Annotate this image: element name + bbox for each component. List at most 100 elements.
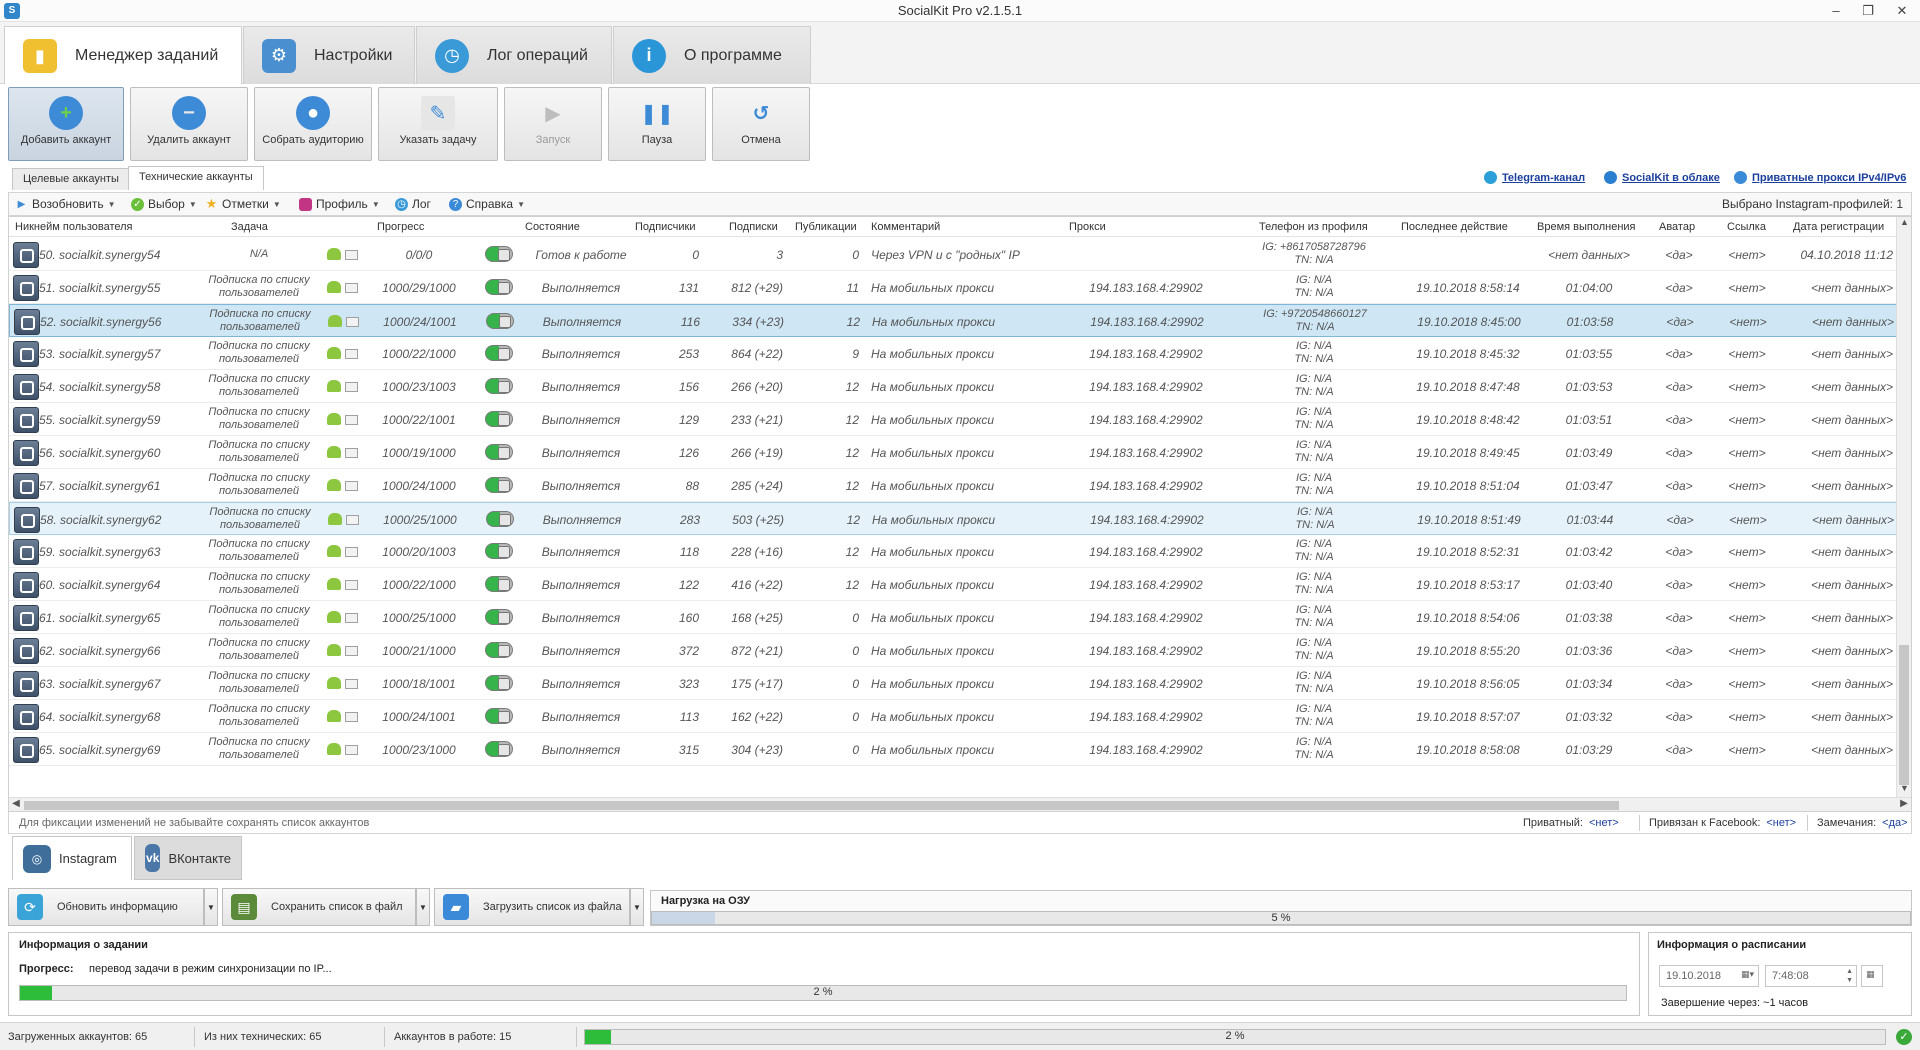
collect-audience-button[interactable]: ● Собрать аудиторию — [254, 87, 372, 161]
set-task-button[interactable]: ✎ Указать задачу — [378, 87, 498, 161]
state-toggle[interactable] — [485, 675, 513, 691]
tab-task-manager[interactable]: ▮ Менеджер заданий — [4, 26, 242, 85]
col-avatar[interactable]: Аватар — [1659, 221, 1695, 233]
cancel-button[interactable]: ↺ Отмена — [712, 87, 810, 161]
pause-button[interactable]: ❚❚ Пауза — [608, 87, 706, 161]
refresh-dropdown[interactable]: ▼ — [204, 888, 218, 926]
table-row[interactable]: 64. socialkit.synergy68 1000/24/1001 Выпол… — [9, 700, 1897, 733]
col-following[interactable]: Подписки — [729, 221, 778, 233]
col-link[interactable]: Ссылка — [1727, 221, 1766, 233]
scroll-thumb[interactable] — [24, 801, 1619, 810]
table-row[interactable]: 62. socialkit.synergy66 1000/21/1000 Выпол… — [9, 634, 1897, 667]
cloud-link[interactable]: SocialKit в облаке — [1604, 171, 1720, 184]
time-spinner-icon[interactable]: ▲ ▼ — [1846, 967, 1853, 985]
col-comment[interactable]: Комментарий — [871, 221, 940, 233]
calendar-icon[interactable]: ▦▾ — [1741, 969, 1754, 980]
device-icon — [345, 745, 358, 755]
col-proxy[interactable]: Прокси — [1069, 221, 1106, 233]
save-dropdown[interactable]: ▼ — [416, 888, 430, 926]
state-toggle[interactable] — [485, 543, 513, 559]
state-toggle[interactable] — [485, 279, 513, 295]
scroll-thumb[interactable] — [1899, 645, 1909, 785]
col-reg-date[interactable]: Дата регистрации — [1793, 221, 1884, 233]
refresh-info-button[interactable]: ⟳ Обновить информацию — [8, 888, 204, 926]
tab-target-accounts[interactable]: Целевые аккаунты — [12, 168, 130, 190]
save-list-button[interactable]: ▤ Сохранить список в файл — [222, 888, 416, 926]
state-toggle[interactable] — [485, 609, 513, 625]
col-state[interactable]: Состояние — [525, 221, 580, 233]
gears-icon: ⚙ — [262, 38, 296, 73]
add-account-button[interactable]: + Добавить аккаунт — [8, 87, 124, 161]
telegram-link[interactable]: Telegram-канал — [1484, 171, 1585, 184]
maximize-button[interactable]: ❐ — [1850, 0, 1886, 22]
table-row[interactable]: 63. socialkit.synergy67 1000/18/1001 Выпол… — [9, 667, 1897, 700]
col-progress[interactable]: Прогресс — [377, 221, 424, 233]
state-toggle[interactable] — [485, 708, 513, 724]
close-button[interactable]: ✕ — [1884, 0, 1920, 22]
table-row[interactable]: 60. socialkit.synergy64 1000/22/1000 Выпол… — [9, 568, 1897, 601]
log-button[interactable]: ◷ Лог — [395, 197, 431, 211]
state-toggle[interactable] — [485, 378, 513, 394]
table-row[interactable]: 58. socialkit.synergy62 1000/25/1000 Выпол… — [9, 502, 1897, 535]
table-row[interactable]: 59. socialkit.synergy63 1000/20/1003 Выпол… — [9, 535, 1897, 568]
table-row[interactable]: 53. socialkit.synergy57 1000/22/1000 Выпол… — [9, 337, 1897, 370]
vertical-scrollbar[interactable]: ▲ ▼ — [1896, 217, 1911, 797]
remove-account-button[interactable]: − Удалить аккаунт — [130, 87, 248, 161]
device-icon — [345, 580, 358, 590]
state-toggle[interactable] — [485, 642, 513, 658]
proxy-link[interactable]: Приватные прокси IPv4/IPv6 — [1734, 171, 1906, 184]
table-row[interactable]: 56. socialkit.synergy60 1000/19/1000 Выпол… — [9, 436, 1897, 469]
col-followers[interactable]: Подписчики — [635, 221, 696, 233]
cell-task: Подписка по списку — [208, 472, 310, 484]
select-menu[interactable]: ✓ Выбор ▼ — [131, 197, 197, 211]
scroll-left-icon[interactable]: ◀ — [9, 798, 23, 811]
load-dropdown[interactable]: ▼ — [630, 888, 644, 926]
load-list-button[interactable]: ▰ Загрузить список из файла — [434, 888, 630, 926]
state-toggle[interactable] — [485, 444, 513, 460]
scroll-up-icon[interactable]: ▲ — [1897, 217, 1911, 231]
state-toggle[interactable] — [485, 345, 513, 361]
marks-menu[interactable]: ★ Отметки ▼ — [205, 196, 281, 211]
state-toggle[interactable] — [485, 246, 513, 262]
cell-task: Подписка по списку — [208, 571, 310, 583]
cell-state: Выполняется — [541, 578, 621, 592]
state-toggle[interactable] — [485, 411, 513, 427]
resume-menu[interactable]: ▶ Возобновить ▼ — [15, 197, 116, 211]
table-row[interactable]: 51. socialkit.synergy55 1000/29/1000 Выпол… — [9, 271, 1897, 304]
state-toggle[interactable] — [485, 741, 513, 757]
col-phone[interactable]: Телефон из профиля — [1259, 221, 1368, 233]
col-posts[interactable]: Публикации — [795, 221, 857, 233]
state-toggle[interactable] — [485, 477, 513, 493]
tab-settings[interactable]: ⚙ Настройки — [243, 26, 415, 84]
schedule-time-field[interactable]: 7:48:08 ▲ ▼ — [1765, 965, 1857, 987]
scroll-right-icon[interactable]: ▶ — [1897, 798, 1911, 811]
horizontal-scrollbar[interactable]: ◀ ▶ — [9, 797, 1911, 811]
tab-about[interactable]: i О программе — [613, 26, 811, 84]
help-menu[interactable]: ? Справка ▼ — [449, 197, 525, 211]
schedule-picker-button[interactable]: ▦ — [1861, 965, 1883, 987]
table-row[interactable]: 61. socialkit.synergy65 1000/25/1000 Выпол… — [9, 601, 1897, 634]
tab-technical-accounts[interactable]: Технические аккаунты — [128, 166, 264, 190]
tab-instagram[interactable]: ◎ Instagram — [12, 836, 132, 880]
table-row[interactable]: 50. socialkit.synergy54 0/0/0 Готов к рабо… — [9, 238, 1897, 271]
table-row[interactable]: 55. socialkit.synergy59 1000/22/1001 Выпол… — [9, 403, 1897, 436]
scroll-down-icon[interactable]: ▼ — [1897, 783, 1911, 797]
start-button[interactable]: ▶ Запуск — [504, 87, 602, 161]
table-row[interactable]: 54. socialkit.synergy58 1000/23/1003 Выпол… — [9, 370, 1897, 403]
tab-operations-log[interactable]: ◷ Лог операций — [416, 26, 612, 84]
col-nickname[interactable]: Никнейм пользователя — [15, 221, 133, 233]
state-toggle[interactable] — [486, 511, 514, 527]
table-row[interactable]: 57. socialkit.synergy61 1000/24/1000 Выпол… — [9, 469, 1897, 502]
table-row[interactable]: 52. socialkit.synergy56 1000/24/1001 Выпол… — [9, 304, 1897, 337]
accounts-table[interactable]: Никнейм пользователя Задача Прогресс Сос… — [8, 216, 1912, 812]
tab-vkontakte[interactable]: vk ВКонтакте — [134, 836, 242, 880]
schedule-date-field[interactable]: 19.10.2018 ▦▾ — [1659, 965, 1759, 987]
col-last-action[interactable]: Последнее действие — [1401, 221, 1508, 233]
minimize-button[interactable]: – — [1818, 0, 1854, 22]
table-row[interactable]: 65. socialkit.synergy69 1000/23/1000 Выпол… — [9, 733, 1897, 766]
col-exec-time[interactable]: Время выполнения — [1537, 221, 1636, 233]
state-toggle[interactable] — [486, 313, 514, 329]
profile-menu[interactable]: Профиль ▼ — [299, 197, 380, 211]
state-toggle[interactable] — [485, 576, 513, 592]
col-task[interactable]: Задача — [231, 221, 268, 233]
